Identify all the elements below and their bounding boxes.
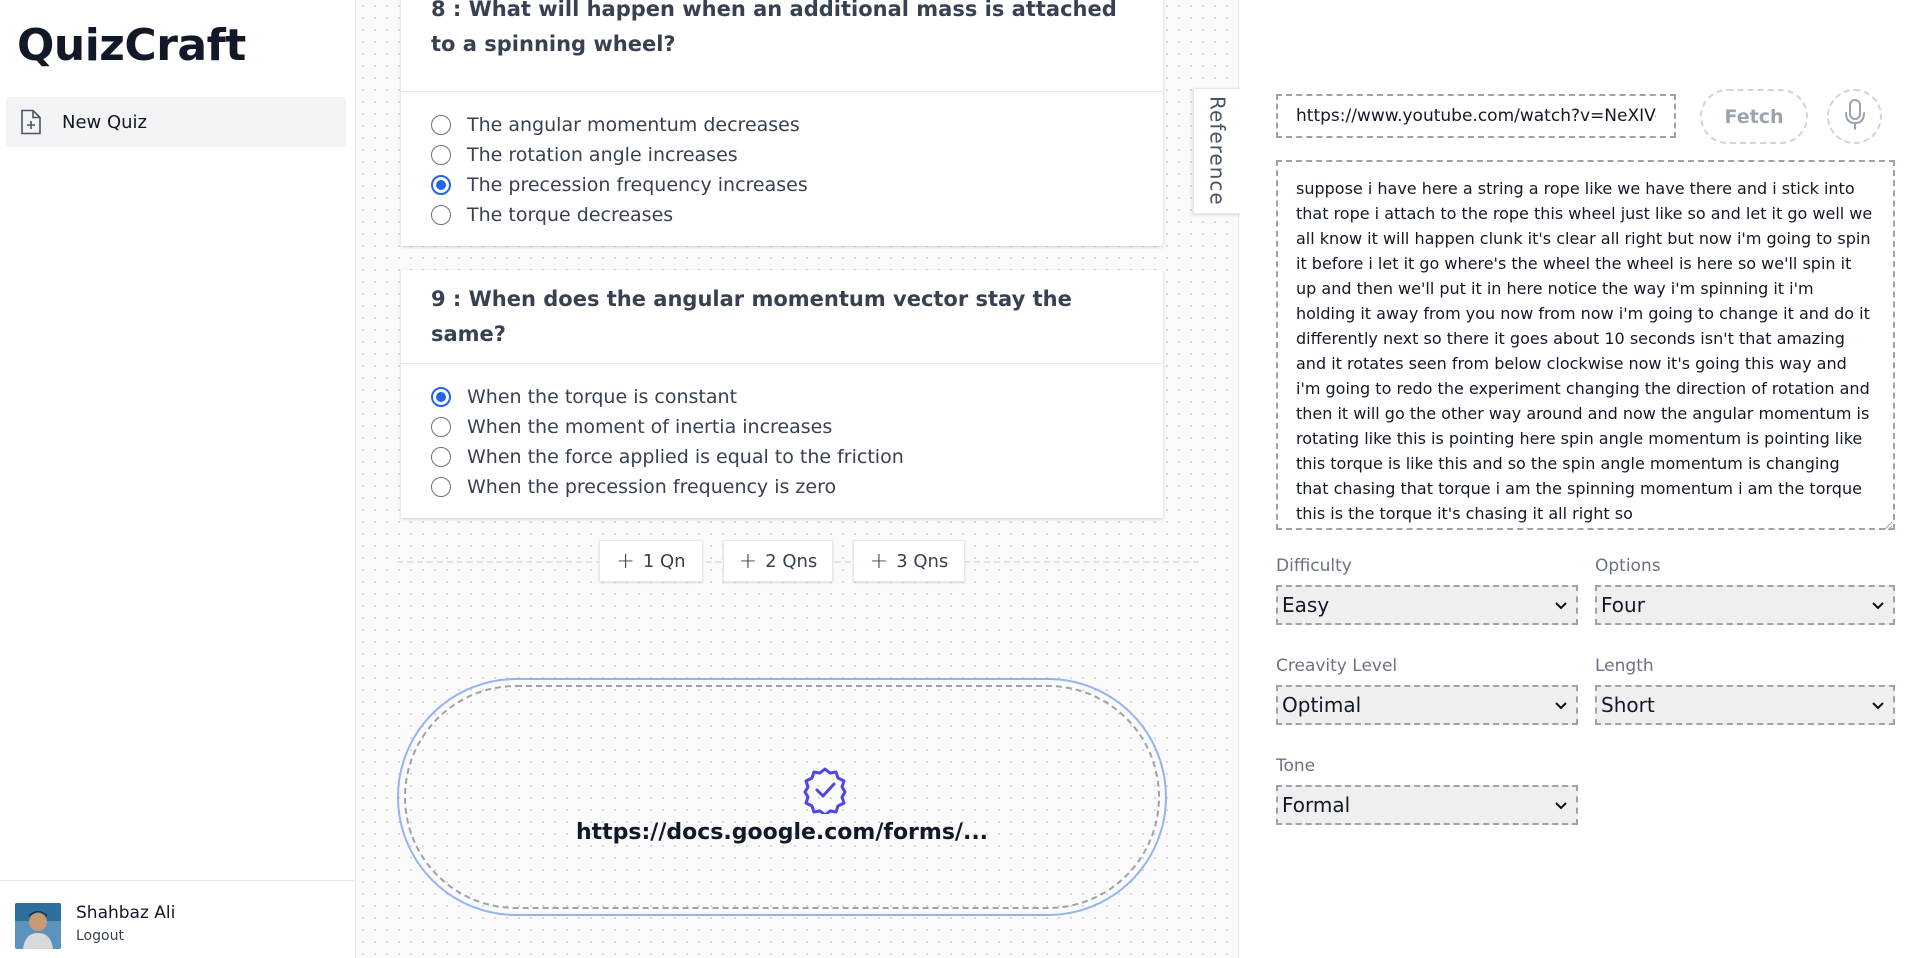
option-label: The torque decreases bbox=[467, 204, 674, 226]
options-label: Options bbox=[1595, 556, 1661, 576]
options-select[interactable]: Four bbox=[1595, 585, 1895, 625]
select-value: Four bbox=[1601, 593, 1645, 617]
creativity-label: Creavity Level bbox=[1276, 656, 1398, 676]
radio-button-selected[interactable] bbox=[431, 175, 451, 195]
option-label: When the torque is constant bbox=[467, 386, 738, 408]
select-value: Easy bbox=[1282, 593, 1330, 617]
select-value: Formal bbox=[1282, 793, 1351, 817]
plus-icon: + bbox=[869, 548, 889, 574]
radio-button[interactable] bbox=[431, 417, 451, 437]
option-label: When the precession frequency is zero bbox=[467, 476, 837, 498]
radio-button[interactable] bbox=[431, 115, 451, 135]
select-value: Optimal bbox=[1282, 693, 1362, 717]
form-link-card[interactable]: https://docs.google.com/forms/... bbox=[397, 678, 1167, 916]
radio-button[interactable] bbox=[431, 477, 451, 497]
app-root: QuizCraft New Quiz Shahbaz Ali Logout 8 … bbox=[0, 0, 1906, 958]
length-label: Length bbox=[1595, 656, 1654, 676]
chevron-down-icon bbox=[1555, 802, 1567, 810]
option-item[interactable]: When the force applied is equal to the f… bbox=[431, 442, 1133, 472]
sidebar-item-label: New Quiz bbox=[62, 111, 148, 133]
add-1-question-button[interactable]: + 1 Qn bbox=[599, 540, 703, 582]
options-list: When the torque is constant When the mom… bbox=[401, 364, 1163, 518]
creativity-select[interactable]: Optimal bbox=[1276, 685, 1578, 725]
option-item[interactable]: The angular momentum decreases bbox=[431, 110, 1133, 140]
option-label: When the moment of inertia increases bbox=[467, 416, 833, 438]
radio-button[interactable] bbox=[431, 205, 451, 225]
sidebar-item-new-quiz[interactable]: New Quiz bbox=[6, 97, 346, 147]
difficulty-label: Difficulty bbox=[1276, 556, 1352, 576]
transcript-textarea[interactable]: suppose i have here a string a rope like… bbox=[1276, 160, 1895, 530]
form-link-text[interactable]: https://docs.google.com/forms/... bbox=[399, 820, 1165, 845]
option-item[interactable]: When the moment of inertia increases bbox=[431, 412, 1133, 442]
option-label: The angular momentum decreases bbox=[467, 114, 800, 136]
form-link-card-inner bbox=[404, 685, 1160, 909]
button-label: 3 Qns bbox=[896, 550, 949, 572]
radio-button[interactable] bbox=[431, 447, 451, 467]
option-label: When the force applied is equal to the f… bbox=[467, 446, 904, 468]
microphone-icon bbox=[1844, 98, 1866, 136]
reference-tab[interactable]: Reference bbox=[1193, 88, 1241, 214]
chevron-down-icon bbox=[1555, 602, 1567, 610]
option-item[interactable]: When the precession frequency is zero bbox=[431, 472, 1133, 502]
file-plus-icon bbox=[20, 109, 42, 135]
option-item[interactable]: The precession frequency increases bbox=[431, 170, 1133, 200]
badge-check-icon bbox=[801, 766, 849, 817]
add-questions-row: + 1 Qn + 2 Qns + 3 Qns bbox=[357, 540, 1239, 582]
option-label: The rotation angle increases bbox=[467, 144, 738, 166]
tone-label: Tone bbox=[1276, 756, 1316, 776]
user-name: Shahbaz Ali bbox=[76, 903, 176, 923]
chevron-down-icon bbox=[1872, 702, 1884, 710]
reference-panel: Fetch suppose i have here a string a rop… bbox=[1240, 0, 1906, 958]
reference-url-input[interactable] bbox=[1276, 94, 1676, 138]
question-card: 9 : When does the angular momentum vecto… bbox=[401, 270, 1163, 518]
tone-select[interactable]: Formal bbox=[1276, 785, 1578, 825]
fetch-button[interactable]: Fetch bbox=[1700, 89, 1808, 144]
difficulty-select[interactable]: Easy bbox=[1276, 585, 1578, 625]
quiz-canvas: 8 : What will happen when an additional … bbox=[357, 0, 1239, 958]
add-2-questions-button[interactable]: + 2 Qns bbox=[723, 540, 833, 582]
app-logo: QuizCraft bbox=[17, 20, 246, 71]
option-item[interactable]: When the torque is constant bbox=[431, 382, 1133, 412]
question-title: 8 : What will happen when an additional … bbox=[401, 0, 1163, 92]
radio-button[interactable] bbox=[431, 145, 451, 165]
avatar[interactable] bbox=[15, 903, 61, 949]
plus-icon: + bbox=[616, 548, 635, 574]
button-label: 2 Qns bbox=[765, 550, 818, 572]
user-panel: Shahbaz Ali Logout bbox=[0, 880, 356, 958]
microphone-button[interactable] bbox=[1827, 89, 1882, 144]
length-select[interactable]: Short bbox=[1595, 685, 1895, 725]
chevron-down-icon bbox=[1555, 702, 1567, 710]
option-item[interactable]: The torque decreases bbox=[431, 200, 1133, 230]
question-title: 9 : When does the angular momentum vecto… bbox=[401, 270, 1163, 364]
select-value: Short bbox=[1601, 693, 1655, 717]
logout-link[interactable]: Logout bbox=[76, 928, 124, 944]
sidebar: QuizCraft New Quiz Shahbaz Ali Logout bbox=[0, 0, 356, 958]
options-list: The angular momentum decreases The rotat… bbox=[401, 92, 1163, 246]
button-label: 1 Qn bbox=[642, 550, 686, 572]
option-label: The precession frequency increases bbox=[467, 174, 808, 196]
question-card: 8 : What will happen when an additional … bbox=[401, 0, 1163, 246]
option-item[interactable]: The rotation angle increases bbox=[431, 140, 1133, 170]
resize-grip-icon[interactable] bbox=[1881, 516, 1893, 531]
radio-button-selected[interactable] bbox=[431, 387, 451, 407]
add-3-questions-button[interactable]: + 3 Qns bbox=[853, 540, 965, 582]
chevron-down-icon bbox=[1872, 602, 1884, 610]
plus-icon: + bbox=[738, 548, 758, 574]
reference-tab-label: Reference bbox=[1205, 96, 1230, 206]
